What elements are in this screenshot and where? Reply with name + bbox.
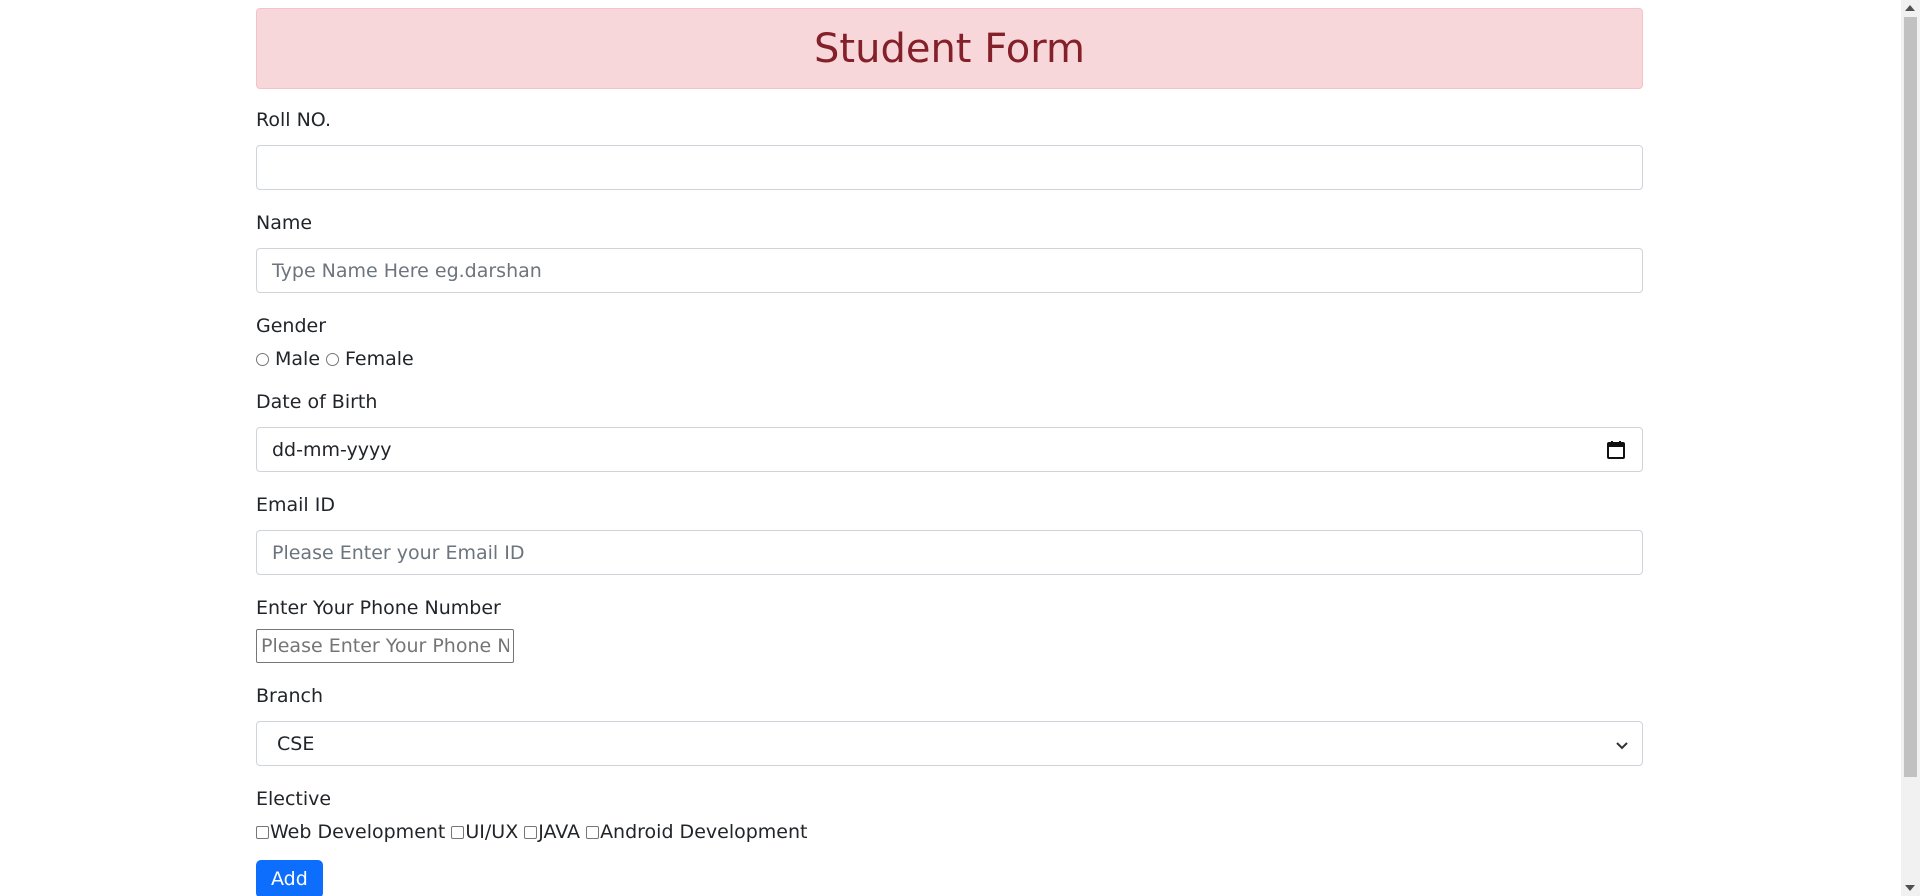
gender-group: Gender Male Female	[256, 315, 1643, 371]
elective-label: Elective	[256, 788, 332, 810]
phone-label: Enter Your Phone Number	[256, 597, 501, 619]
dob-group: Date of Birth dd-mm-yyyy	[256, 391, 1643, 472]
gender-label-male: Male	[275, 348, 321, 370]
email-label: Email ID	[256, 494, 335, 516]
elective-label-uiux: UI/UX	[465, 821, 519, 843]
page: Student Form Roll NO. Name Gender Male F…	[0, 0, 1920, 896]
form-banner: Student Form	[256, 8, 1643, 89]
scroll-down-icon[interactable]	[1905, 885, 1915, 891]
gender-options: Male Female	[256, 347, 1643, 371]
elective-group: Elective Web Development UI/UX JAVA Andr…	[256, 788, 1643, 844]
phone-group: Enter Your Phone Number	[256, 597, 1643, 663]
branch-selected: CSE	[277, 732, 315, 755]
email-group: Email ID	[256, 494, 1643, 575]
elective-options: Web Development UI/UX JAVA Android Devel…	[256, 820, 1643, 844]
branch-select[interactable]: CSE	[256, 721, 1643, 766]
name-label: Name	[256, 212, 313, 234]
gender-radio-male[interactable]	[256, 352, 269, 366]
branch-label: Branch	[256, 685, 324, 707]
dob-input[interactable]: dd-mm-yyyy	[256, 427, 1643, 472]
roll-label: Roll NO.	[256, 109, 332, 131]
name-input[interactable]	[256, 248, 1643, 293]
roll-group: Roll NO.	[256, 109, 1643, 190]
phone-input[interactable]	[256, 629, 514, 663]
elective-checkbox-web[interactable]	[256, 825, 269, 839]
add-button[interactable]: Add	[256, 860, 323, 896]
email-input[interactable]	[256, 530, 1643, 575]
calendar-icon[interactable]	[1605, 439, 1627, 461]
scroll-thumb[interactable]	[1904, 17, 1917, 777]
scroll-up-icon[interactable]	[1905, 5, 1915, 11]
elective-label-android: Android Development	[600, 821, 808, 843]
name-group: Name	[256, 212, 1643, 293]
student-form: Student Form Roll NO. Name Gender Male F…	[256, 8, 1643, 896]
gender-radio-female[interactable]	[326, 352, 340, 366]
dob-placeholder: dd-mm-yyyy	[272, 438, 392, 461]
page-title: Student Form	[814, 25, 1085, 72]
elective-checkbox-java[interactable]	[524, 825, 538, 839]
elective-label-web: Web Development	[270, 821, 446, 843]
gender-label: Gender	[256, 315, 327, 337]
elective-checkbox-android[interactable]	[586, 825, 600, 839]
dob-label: Date of Birth	[256, 391, 378, 413]
roll-input[interactable]	[256, 145, 1643, 190]
gender-label-female: Female	[345, 348, 414, 370]
elective-label-java: JAVA	[538, 821, 581, 843]
elective-checkbox-uiux[interactable]	[451, 825, 465, 839]
branch-group: Branch CSE	[256, 685, 1643, 766]
vertical-scrollbar[interactable]	[1901, 0, 1920, 896]
chevron-down-icon	[1614, 736, 1630, 752]
